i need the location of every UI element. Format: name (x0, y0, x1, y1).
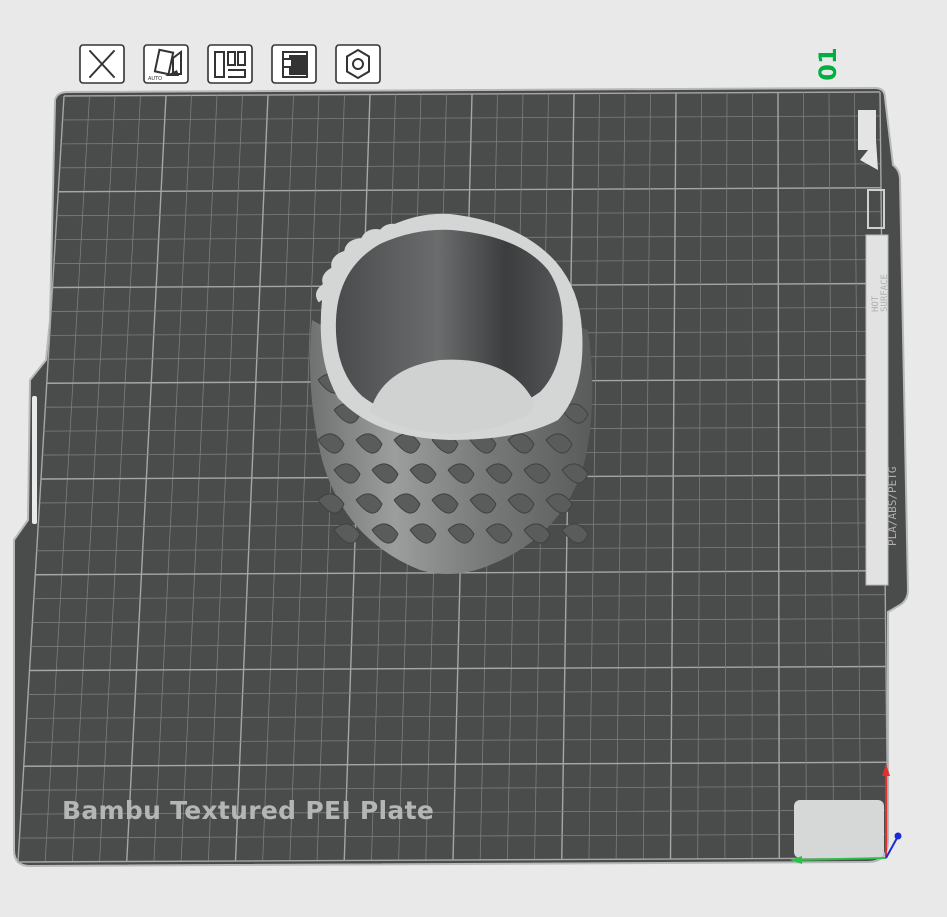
arrange-icon (207, 44, 253, 84)
auto-orient-icon: AUTO (143, 44, 189, 84)
filament-compatibility-text: PLA/ABS/PETG (886, 467, 899, 546)
lock-plate-button[interactable] (271, 44, 317, 84)
surface-warning-text: SURFACE (880, 274, 890, 312)
arrange-button[interactable] (207, 44, 253, 84)
plate-settings-button[interactable] (335, 44, 381, 84)
close-icon (79, 44, 125, 84)
auto-badge: AUTO (148, 76, 162, 82)
hexagon-nut-icon (335, 44, 381, 84)
plate-toolbar: AUTO (79, 44, 389, 88)
axis-reference-square (794, 800, 884, 858)
3d-viewport[interactable]: AUTO (0, 0, 947, 913)
lock-icon (271, 44, 317, 84)
plate-type-label: Bambu Textured PEI Plate (62, 796, 434, 825)
auto-orient-button[interactable]: AUTO (143, 44, 189, 84)
build-plate-scene[interactable] (0, 0, 947, 913)
plate-handle-slot (32, 396, 37, 524)
vase-model (310, 214, 592, 574)
plate-number: 01 (808, 44, 848, 84)
delete-plate-button[interactable] (79, 44, 125, 84)
